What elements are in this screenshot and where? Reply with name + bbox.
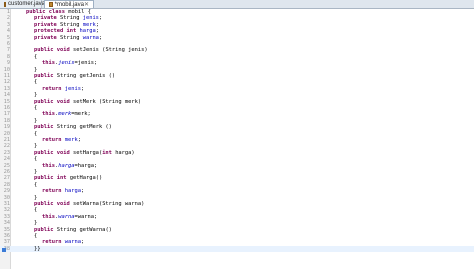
close-tab-icon[interactable]: ✕ xyxy=(84,1,89,9)
code-line[interactable]: 38}} xyxy=(0,245,474,253)
tab-label: customer.java xyxy=(8,1,46,7)
code-editor[interactable]: 1 public class mobil {2 private String jen… xyxy=(0,9,474,269)
java-file-icon xyxy=(49,2,53,7)
code-text: }} xyxy=(34,245,41,252)
editor-tab-bar: customer.java *mobil.java ✕ xyxy=(0,0,474,9)
tab-customer-java[interactable]: customer.java xyxy=(0,0,46,8)
java-file-icon xyxy=(4,1,6,7)
tab-mobil-java[interactable]: *mobil.java ✕ xyxy=(44,0,94,8)
tab-label: *mobil.java xyxy=(54,1,84,8)
current-line-marker xyxy=(2,247,6,252)
